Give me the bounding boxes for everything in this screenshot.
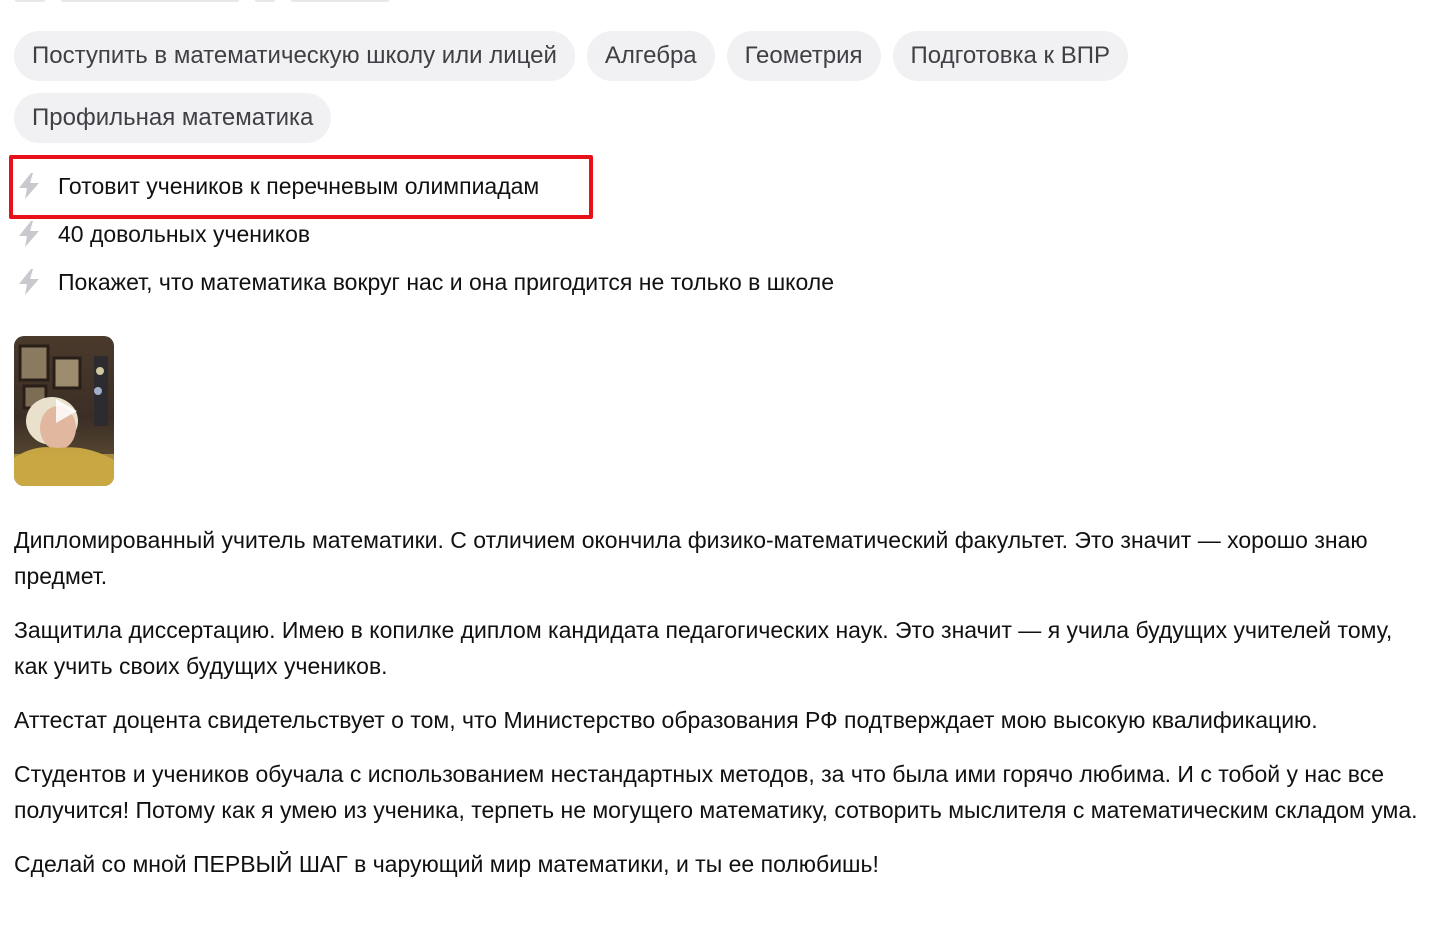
feature-item: Готовит учеников к перечневым олимпиадам	[14, 162, 834, 210]
tutor-profile-page: Поступить в математическую школу или лиц…	[0, 0, 1446, 944]
cropped-previous-row	[14, 0, 390, 2]
about-paragraph: Аттестат доцента свидетельствует о том, …	[14, 707, 1318, 733]
about-paragraph: Защитила диссертацию. Имею в копилке дип…	[14, 617, 1393, 679]
subject-chips: Поступить в математическую школу или лиц…	[14, 31, 1214, 143]
subject-chip[interactable]: Алгебра	[586, 31, 715, 81]
subject-chip[interactable]: Подготовка к ВПР	[892, 31, 1128, 81]
about-paragraph: Сделай со мной ПЕРВЫЙ ШАГ в чарующий мир…	[14, 851, 879, 877]
about-paragraph: Студентов и учеников обучала с использов…	[14, 761, 1418, 823]
subject-chip[interactable]: Геометрия	[726, 31, 881, 81]
intro-video-thumbnail[interactable]	[14, 336, 114, 486]
feature-list: Готовит учеников к перечневым олимпиадам…	[14, 162, 834, 306]
about-section: Дипломированный учитель математики. С от…	[14, 522, 1424, 900]
lightning-icon	[14, 219, 44, 249]
about-paragraph: Дипломированный учитель математики. С от…	[14, 527, 1368, 589]
play-icon	[56, 399, 77, 423]
feature-text: Готовит учеников к перечневым олимпиадам	[58, 172, 540, 199]
subject-chip[interactable]: Поступить в математическую школу или лиц…	[14, 31, 575, 81]
feature-text: Покажет, что математика вокруг нас и она…	[58, 268, 835, 295]
subject-chip[interactable]: Профильная математика	[14, 93, 332, 143]
lightning-icon	[14, 267, 44, 297]
lightning-icon	[14, 171, 44, 201]
feature-item: Покажет, что математика вокруг нас и она…	[14, 258, 834, 306]
feature-text: 40 довольных учеников	[58, 220, 311, 247]
feature-item: 40 довольных учеников	[14, 210, 834, 258]
